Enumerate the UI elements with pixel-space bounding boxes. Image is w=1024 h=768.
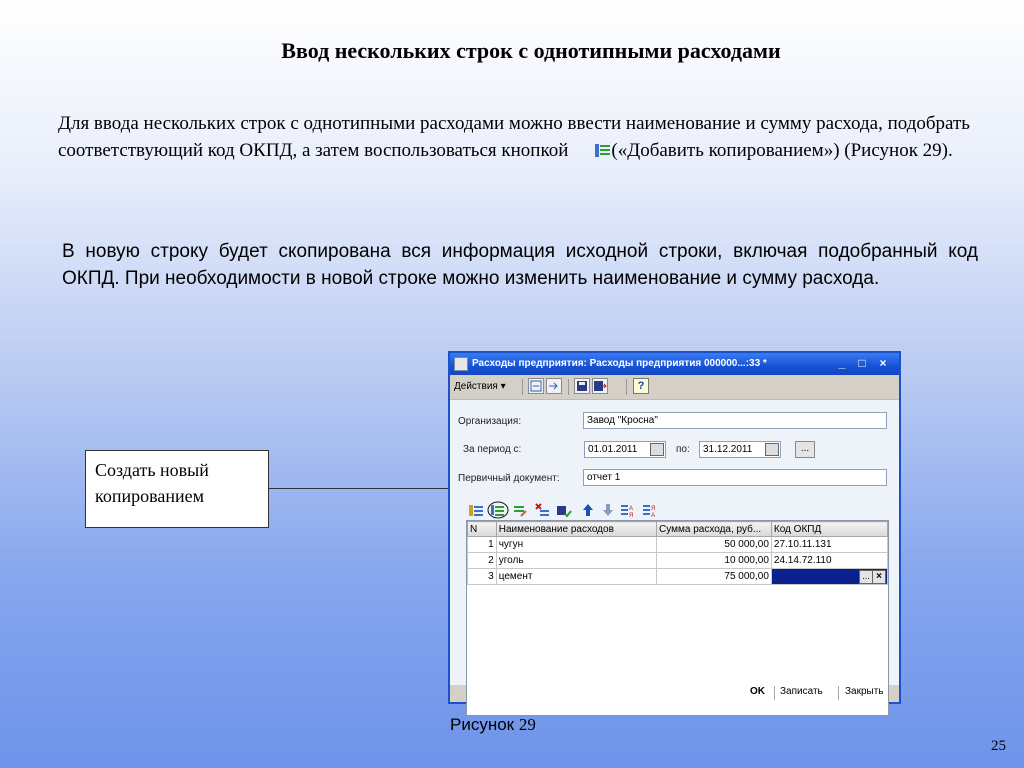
expense-sum-cell[interactable]: 10 000,00 [656,552,772,569]
expense-name-cell[interactable]: чугун [495,536,658,553]
delete-row-icon[interactable] [534,502,550,518]
window-title: Расходы предприятия: Расходы предприятия… [472,358,767,369]
copy-info-paragraph: В новую строку будет скопирована вся инф… [62,241,978,289]
window-app-icon [454,357,468,371]
expense-name-cell[interactable]: цемент [495,568,658,585]
column-header-name[interactable]: Наименование расходов [495,521,658,537]
okpd-code-cell[interactable]: 24.14.72.110 [770,552,889,569]
column-header-sum[interactable]: Сумма расхода, руб... [656,521,772,537]
table-toolbar: AЯ ЯA [468,501,718,520]
row-number: 2 [467,552,497,569]
column-header-code[interactable]: Код ОКПД [770,521,889,537]
close-window-button[interactable]: × [876,356,890,370]
toolbar-separator [626,379,627,395]
save-and-close-icon[interactable] [592,378,608,394]
svg-text:A: A [651,513,655,518]
table-row[interactable]: 3 цемент 75 000,00 ... × [467,568,889,585]
add-copy-row-icon[interactable] [487,501,509,519]
sort-descending-icon[interactable]: ЯA [642,502,658,519]
okpd-code-cell[interactable]: 27.10.11.131 [770,536,889,553]
okpd-code-edit-cell[interactable]: ... × [770,568,889,585]
period-label: За период с: [463,444,522,455]
save-button[interactable]: Записать [780,686,823,697]
table-row[interactable]: 2 уголь 10 000,00 24.14.72.110 [467,552,889,569]
end-edit-icon[interactable] [556,502,572,518]
svg-text:A: A [629,506,633,512]
bottom-buttons: OK Записать Закрыть [450,684,899,702]
move-down-icon[interactable] [600,502,616,518]
primary-doc-field[interactable]: отчет 1 [583,469,887,486]
add-copy-icon [594,139,611,157]
svg-text:Я: Я [651,506,655,512]
column-header-n[interactable]: N [467,521,497,537]
organization-label: Организация: [458,416,522,427]
calendar-icon[interactable] [650,443,664,456]
form-body: Организация: Завод "Кросна" За период с:… [450,399,899,716]
save-icon[interactable] [574,378,590,394]
period-select-button[interactable]: ... [795,441,815,458]
toolbar-separator [568,379,569,395]
expense-name-cell[interactable]: уголь [495,552,658,569]
page-number: 25 [991,738,1006,754]
button-separator [774,686,775,700]
main-toolbar: Действия ▾ ? [450,375,899,399]
structure-icon[interactable] [528,378,544,394]
intro-text-b: («Добавить копированием») (Рисунок 29). [611,140,953,161]
expense-sum-cell[interactable]: 50 000,00 [656,536,772,553]
expenses-window: Расходы предприятия: Расходы предприятия… [448,351,901,716]
toolbar-separator [522,379,523,395]
button-separator [838,686,839,700]
table-header-row: N Наименование расходов Сумма расхода, р… [467,521,889,537]
sort-ascending-icon[interactable]: AЯ [620,502,636,519]
expense-sum-cell[interactable]: 75 000,00 [656,568,772,585]
callout-connector [269,488,455,489]
move-up-icon[interactable] [580,502,596,518]
row-number: 1 [467,536,497,553]
callout-box: Создать новый копированием [85,450,269,528]
help-button[interactable]: ? [633,378,649,394]
caption-number: 29 [518,715,536,734]
slide-title: Ввод нескольких строк с однотипными расх… [281,38,781,63]
intro-paragraph: Для ввода нескольких строк с однотипными… [58,110,1014,164]
row-number: 3 [467,568,497,585]
edit-row-icon[interactable] [512,502,528,518]
calendar-icon[interactable] [765,443,779,456]
primary-doc-label: Первичный документ: [458,473,560,484]
minimize-button[interactable]: _ [835,356,849,370]
maximize-button[interactable]: □ [855,356,869,370]
add-row-icon[interactable] [468,502,484,518]
clear-button[interactable]: × [872,570,886,584]
organization-field[interactable]: Завод "Кросна" [583,412,887,429]
select-dots-button[interactable]: ... [859,570,873,584]
figure-caption: Рисунок 29 [450,715,536,735]
close-button[interactable]: Закрыть [845,686,884,697]
svg-text:Я: Я [629,513,633,518]
period-to-label: по: [676,444,690,455]
ok-button[interactable]: OK [750,686,765,697]
table-row[interactable]: 1 чугун 50 000,00 27.10.11.131 [467,536,889,553]
caption-word: Рисунок [450,715,515,734]
window-titlebar[interactable]: Расходы предприятия: Расходы предприятия… [450,353,899,375]
actions-menu[interactable]: Действия ▾ [454,381,506,392]
go-to-icon[interactable] [546,378,562,394]
